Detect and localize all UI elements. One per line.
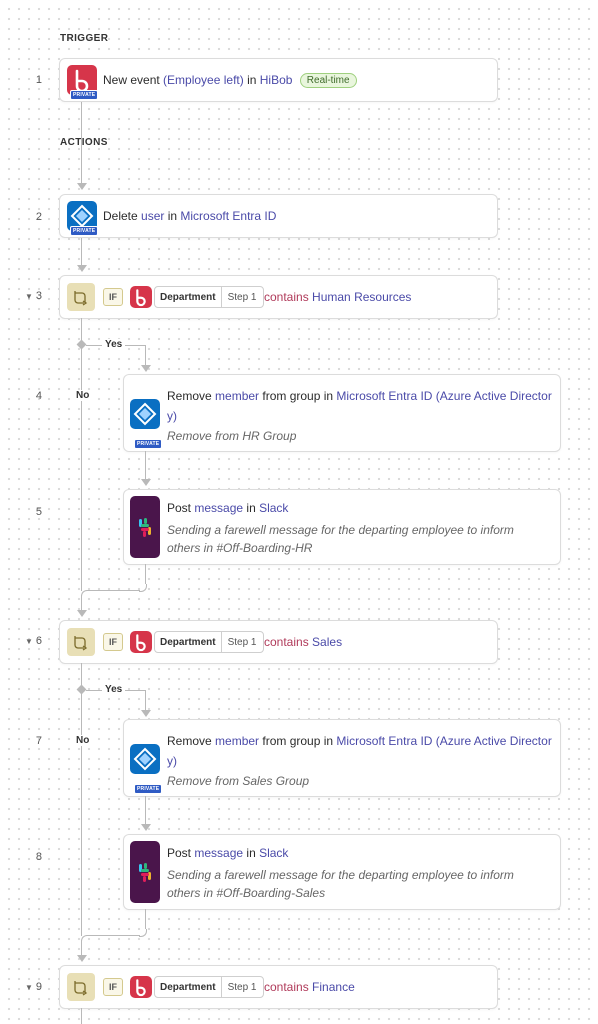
branch-diamond-icon bbox=[76, 684, 87, 695]
connector-arrow bbox=[77, 610, 87, 617]
merge-curve bbox=[81, 590, 89, 598]
datapill-link[interactable]: user bbox=[141, 209, 164, 223]
merge-line bbox=[145, 564, 146, 584]
step-number: ▼ 9 bbox=[24, 981, 42, 993]
branch-diamond-icon bbox=[76, 339, 87, 350]
datapill-link[interactable]: member bbox=[215, 734, 259, 748]
no-label: No bbox=[74, 390, 92, 401]
merge-line bbox=[145, 909, 146, 929]
hibob-logo-icon bbox=[130, 286, 152, 308]
yes-label: Yes bbox=[102, 339, 126, 350]
merge-curve bbox=[81, 935, 89, 943]
if-label: IF bbox=[103, 288, 123, 306]
step-4-description: Remove from HR Group bbox=[167, 429, 297, 443]
private-badge: PRIVATE bbox=[70, 90, 99, 100]
yes-label: Yes bbox=[102, 684, 126, 695]
connector-line bbox=[81, 101, 82, 183]
connector-arrow bbox=[141, 365, 151, 372]
step-8-description: Sending a farewell message for the depar… bbox=[167, 868, 514, 900]
conditional-branch-icon bbox=[67, 973, 95, 1001]
yes-branch-line bbox=[145, 690, 146, 712]
if-label: IF bbox=[103, 633, 123, 651]
step-2-title: Delete user in Microsoft Entra ID bbox=[103, 209, 277, 223]
trigger-section-label: TRIGGER bbox=[60, 33, 109, 44]
yes-branch-line bbox=[145, 345, 146, 367]
step-1-title: New event (Employee left) in HiBob Real-… bbox=[103, 73, 357, 88]
hibob-logo-icon bbox=[130, 976, 152, 998]
connector-arrow bbox=[141, 710, 151, 717]
private-badge: PRIVATE bbox=[70, 226, 99, 236]
datapill-link[interactable]: message bbox=[194, 501, 243, 515]
datapill-department[interactable]: Department Step 1 bbox=[154, 631, 264, 653]
step-number: ▼ 3 bbox=[24, 290, 42, 302]
step-number: 4 bbox=[35, 390, 42, 402]
step-number: 1 bbox=[35, 74, 42, 86]
step-3-if-card[interactable]: IF Department Step 1 contains Human Resou… bbox=[59, 275, 498, 319]
connector-arrow bbox=[77, 955, 87, 962]
app-name: Slack bbox=[259, 501, 289, 515]
slack-logo-icon bbox=[130, 841, 160, 903]
collapse-caret-icon[interactable]: ▼ bbox=[25, 292, 33, 301]
step-9-if-card[interactable]: IF Department Step 1 contains Finance bbox=[59, 965, 498, 1009]
merge-line bbox=[87, 590, 140, 591]
connector-arrow bbox=[141, 824, 151, 831]
actions-section-label: ACTIONS bbox=[60, 137, 108, 148]
app-name: Slack bbox=[259, 846, 289, 860]
merge-curve bbox=[139, 584, 147, 592]
datapill-department[interactable]: Department Step 1 bbox=[154, 286, 264, 308]
collapse-caret-icon[interactable]: ▼ bbox=[25, 983, 33, 992]
step-5-card[interactable]: Post message in Slack Sending a farewell… bbox=[123, 489, 561, 565]
conditional-branch-icon bbox=[67, 628, 95, 656]
slack-logo-icon bbox=[130, 496, 160, 558]
no-branch-line bbox=[81, 318, 82, 591]
entra-logo-icon bbox=[130, 399, 160, 429]
no-label: No bbox=[74, 735, 92, 746]
step-8-card[interactable]: Post message in Slack Sending a farewell… bbox=[123, 834, 561, 910]
if-label: IF bbox=[103, 978, 123, 996]
datapill-link[interactable]: (Employee left) bbox=[163, 73, 244, 87]
conditional-branch-icon bbox=[67, 283, 95, 311]
entra-logo-icon bbox=[130, 744, 160, 774]
step-number: 8 bbox=[35, 851, 42, 863]
merge-curve bbox=[139, 929, 147, 937]
datapill-link[interactable]: message bbox=[194, 846, 243, 860]
hibob-logo-icon bbox=[130, 631, 152, 653]
app-name: HiBob bbox=[259, 73, 293, 87]
connector-line bbox=[145, 451, 146, 480]
step-8-title: Post message in Slack bbox=[167, 846, 289, 860]
step-6-if-card[interactable]: IF Department Step 1 contains Sales bbox=[59, 620, 498, 664]
realtime-badge: Real-time bbox=[299, 73, 357, 88]
step-5-description: Sending a farewell message for the depar… bbox=[167, 523, 514, 555]
condition-text: contains Sales bbox=[264, 635, 343, 649]
condition-text: contains Human Resources bbox=[264, 290, 412, 304]
step-7-card[interactable]: PRIVATE Remove member from group in Micr… bbox=[123, 719, 561, 797]
merge-line bbox=[87, 935, 140, 936]
condition-text: contains Finance bbox=[264, 980, 355, 994]
step-number: ▼ 6 bbox=[24, 635, 42, 647]
step-7-title: Remove member from group in Microsoft En… bbox=[167, 734, 552, 768]
connector-arrow bbox=[77, 265, 87, 272]
step-4-title: Remove member from group in Microsoft En… bbox=[167, 389, 552, 423]
collapse-caret-icon[interactable]: ▼ bbox=[25, 637, 33, 646]
step-number: 7 bbox=[35, 735, 42, 747]
connector-arrow bbox=[141, 479, 151, 486]
datapill-department[interactable]: Department Step 1 bbox=[154, 976, 264, 998]
app-name: Microsoft Entra ID bbox=[180, 209, 277, 223]
connector-line bbox=[81, 1008, 82, 1024]
step-5-title: Post message in Slack bbox=[167, 501, 289, 515]
connector-arrow bbox=[77, 183, 87, 190]
step-7-description: Remove from Sales Group bbox=[167, 774, 310, 788]
step-number: 2 bbox=[35, 211, 42, 223]
connector-line bbox=[81, 238, 82, 266]
connector-line bbox=[145, 796, 146, 825]
no-branch-line bbox=[81, 663, 82, 936]
private-badge: PRIVATE bbox=[134, 439, 163, 449]
private-badge: PRIVATE bbox=[134, 784, 163, 794]
step-4-card[interactable]: PRIVATE Remove member from group in Micr… bbox=[123, 374, 561, 452]
step-2-card[interactable]: PRIVATE Delete user in Microsoft Entra I… bbox=[59, 194, 498, 238]
step-1-card[interactable]: PRIVATE New event (Employee left) in HiB… bbox=[59, 58, 498, 102]
datapill-link[interactable]: member bbox=[215, 389, 259, 403]
connector-line bbox=[81, 941, 82, 956]
step-number: 5 bbox=[35, 506, 42, 518]
